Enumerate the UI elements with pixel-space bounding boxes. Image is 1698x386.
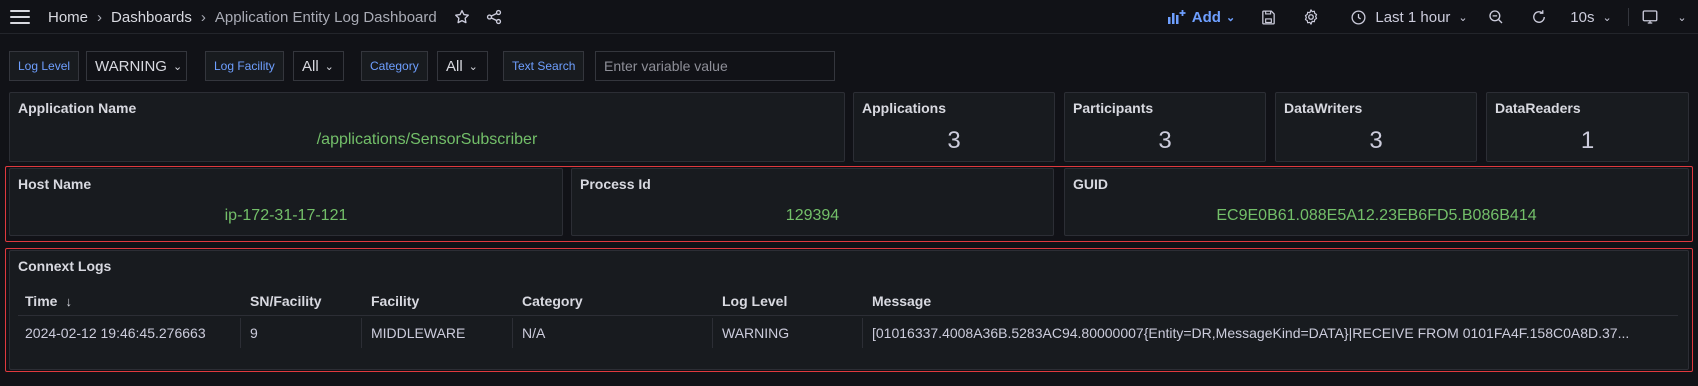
panel-title: DataWriters xyxy=(1284,100,1363,116)
chevron-right-icon: › xyxy=(200,8,206,26)
guid-panel: GUID EC9E0B61.088E5A12.23EB6FD5.B086B414 xyxy=(1064,168,1689,236)
panel-title: Participants xyxy=(1073,100,1154,116)
datawriters-panel: DataWriters 3 xyxy=(1275,92,1477,162)
host-name-panel: Host Name ip-172-31-17-121 xyxy=(9,168,563,236)
breadcrumb-home[interactable]: Home xyxy=(48,9,88,26)
process-id-panel: Process Id 129394 xyxy=(571,168,1054,236)
chevron-down-icon: ⌄ xyxy=(468,60,478,73)
add-panel-icon xyxy=(1167,10,1186,24)
refresh-interval-picker[interactable]: 10s ⌄ xyxy=(1563,0,1619,34)
table-row[interactable]: 2024-02-12 19:46:45.276663 9 MIDDLEWARE … xyxy=(18,316,1678,350)
save-icon[interactable] xyxy=(1256,0,1280,34)
arrow-down-icon: ↓ xyxy=(65,293,72,309)
category-select[interactable]: All ⌄ xyxy=(437,51,488,81)
column-divider xyxy=(512,318,513,348)
column-header-sn-facility[interactable]: SN/Facility xyxy=(250,287,322,315)
zoom-out-icon[interactable] xyxy=(1484,0,1508,34)
cell-time: 2024-02-12 19:46:45.276663 xyxy=(25,325,206,341)
host-name-value: ip-172-31-17-121 xyxy=(224,207,348,224)
menu-icon[interactable] xyxy=(10,10,30,24)
time-range-label: Last 1 hour xyxy=(1375,8,1451,26)
column-header-facility[interactable]: Facility xyxy=(371,287,419,315)
panel-title: Host Name xyxy=(18,176,92,192)
chevron-down-icon: ⌄ xyxy=(172,60,183,73)
log-facility-select[interactable]: All ⌄ xyxy=(293,51,344,81)
participants-value: 3 xyxy=(1158,127,1172,154)
column-divider xyxy=(361,318,362,348)
connext-logs-panel: Connext Logs Time ↓ SN/Facility Facility… xyxy=(9,250,1689,370)
clock-icon xyxy=(1351,9,1366,25)
panel-title: Applications xyxy=(862,100,947,116)
application-name-value: /applications/SensorSubscriber xyxy=(316,131,538,148)
column-divider xyxy=(712,318,713,348)
log-level-select[interactable]: WARNING ⌄ xyxy=(86,51,187,81)
breadcrumb: Home › Dashboards › Application Entity L… xyxy=(48,0,503,34)
log-level-label: Log Level xyxy=(9,51,80,81)
add-button[interactable]: Add ⌄ xyxy=(1166,0,1236,34)
breadcrumb-dashboards[interactable]: Dashboards xyxy=(111,9,192,26)
share-icon[interactable] xyxy=(485,8,503,26)
chevron-down-icon: ⌄ xyxy=(1458,11,1468,24)
panel-title: Connext Logs xyxy=(18,258,112,274)
log-facility-label: Log Facility xyxy=(205,51,284,81)
application-name-panel: Application Name /applications/SensorSub… xyxy=(9,92,845,162)
process-id-value: 129394 xyxy=(785,207,840,224)
datareaders-panel: DataReaders 1 xyxy=(1486,92,1689,162)
applications-value: 3 xyxy=(947,127,961,154)
text-search-input[interactable] xyxy=(595,51,835,81)
chevron-down-icon: ⌄ xyxy=(1602,11,1612,24)
participants-panel: Participants 3 xyxy=(1064,92,1266,162)
category-value: All xyxy=(446,57,463,75)
panel-title: GUID xyxy=(1073,176,1108,192)
tv-mode-icon[interactable] xyxy=(1638,0,1662,34)
log-level-value: WARNING xyxy=(95,57,167,75)
guid-value: EC9E0B61.088E5A12.23EB6FD5.B086B414 xyxy=(1216,207,1537,224)
toolbar-divider xyxy=(1628,8,1629,26)
column-header-category[interactable]: Category xyxy=(522,287,583,315)
table-header: Time ↓ SN/Facility Facility Category Log… xyxy=(18,287,1678,315)
top-nav-bar: Home › Dashboards › Application Entity L… xyxy=(0,0,1698,34)
panel-title: DataReaders xyxy=(1495,100,1581,116)
datawriters-value: 3 xyxy=(1369,127,1383,154)
cell-message: [01016337.4008A36B.5283AC94.80000007{Ent… xyxy=(872,325,1630,341)
panel-title: Application Name xyxy=(18,100,137,116)
cell-facility: MIDDLEWARE xyxy=(371,325,466,341)
breadcrumb-current-dashboard: Application Entity Log Dashboard xyxy=(214,8,437,26)
chevron-right-icon: › xyxy=(97,8,103,26)
star-icon[interactable] xyxy=(453,8,471,26)
panel-title: Process Id xyxy=(580,176,651,192)
chevron-down-icon: ⌄ xyxy=(1225,11,1236,24)
refresh-interval-label: 10s xyxy=(1570,8,1595,26)
category-label: Category xyxy=(361,51,428,81)
cell-sn-facility: 9 xyxy=(250,325,258,341)
column-header-label: Time xyxy=(25,293,58,309)
column-header-message[interactable]: Message xyxy=(872,287,931,315)
column-divider xyxy=(240,318,241,348)
applications-panel: Applications 3 xyxy=(853,92,1055,162)
cell-category: N/A xyxy=(522,325,546,341)
chevron-down-icon: ⌄ xyxy=(324,60,334,73)
cell-log-level: WARNING xyxy=(722,325,790,341)
column-divider xyxy=(862,318,863,348)
add-button-label: Add xyxy=(1191,8,1221,26)
text-search-label: Text Search xyxy=(503,51,585,81)
refresh-icon[interactable] xyxy=(1527,0,1551,34)
datareaders-value: 1 xyxy=(1580,127,1595,154)
time-range-picker[interactable]: Last 1 hour ⌄ xyxy=(1346,0,1472,34)
column-header-log-level[interactable]: Log Level xyxy=(722,287,787,315)
gear-icon[interactable] xyxy=(1299,0,1323,34)
column-header-time[interactable]: Time ↓ xyxy=(25,287,72,315)
chevron-down-icon[interactable]: ⌄ xyxy=(1672,0,1692,34)
log-facility-value: All xyxy=(302,57,319,75)
